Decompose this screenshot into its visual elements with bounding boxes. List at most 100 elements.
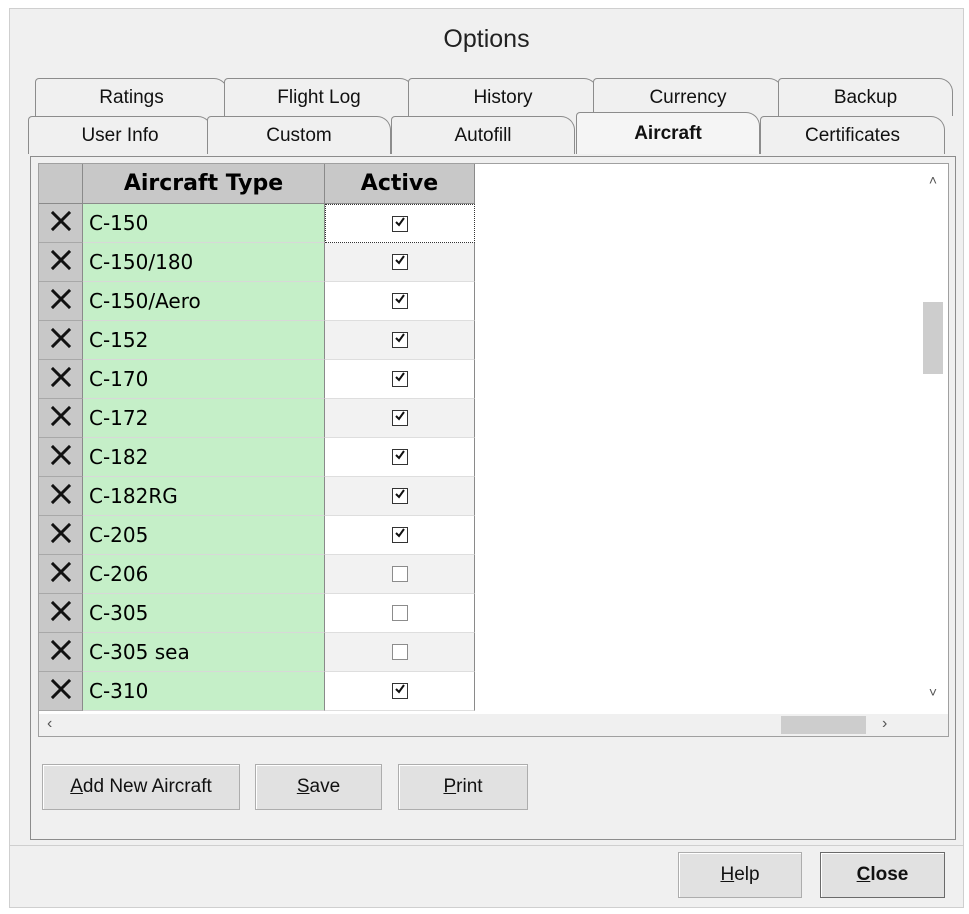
tab-history[interactable]: History [408,78,598,116]
scroll-left-icon[interactable]: ‹ [47,715,52,733]
active-checkbox[interactable] [391,448,408,466]
tab-custom[interactable]: Custom [207,116,391,154]
scroll-down-icon[interactable]: ˅ [918,684,948,700]
active-cell [325,477,475,516]
delete-row-button[interactable] [39,399,83,438]
checkmark-icon [394,370,406,388]
active-cell [325,399,475,438]
table-row[interactable]: C-205 [39,516,479,555]
table-row[interactable]: C-150/Aero [39,282,479,321]
table-row[interactable]: C-305 [39,594,479,633]
table-row[interactable]: C-182 [39,438,479,477]
delete-row-button[interactable] [39,243,83,282]
aircraft-type-cell[interactable]: C-182RG [83,477,325,516]
tab-backup[interactable]: Backup [778,78,953,116]
active-checkbox[interactable] [391,644,408,660]
close-label: lose [870,864,909,885]
active-checkbox[interactable] [391,487,408,505]
vertical-scroll-thumb[interactable] [923,302,943,374]
table-row[interactable]: C-172 [39,399,479,438]
scroll-up-icon[interactable]: ˄ [918,172,948,188]
table-row[interactable]: C-206 [39,555,479,594]
options-window: Options Ratings Flight Log History Currency… [9,8,964,908]
aircraft-type-cell[interactable]: C-305 [83,594,325,633]
active-cell [325,516,475,555]
delete-row-button[interactable] [39,360,83,399]
active-checkbox[interactable] [392,215,408,232]
aircraft-type-cell[interactable]: C-150 [83,204,325,243]
active-checkbox[interactable] [391,370,408,388]
delete-row-button[interactable] [39,477,83,516]
active-checkbox[interactable] [391,254,408,270]
aircraft-type-cell[interactable]: C-305 sea [83,633,325,672]
help-button[interactable]: Help [678,852,802,898]
horizontal-scrollbar[interactable]: ‹ › [39,714,920,736]
checkmark-icon [394,487,406,505]
aircraft-type-cell[interactable]: C-150/180 [83,243,325,282]
close-accelerator: C [856,864,871,885]
table-row[interactable]: C-182RG [39,477,479,516]
close-button[interactable]: Close [820,852,945,898]
table-row[interactable]: C-150 [39,204,479,243]
active-checkbox[interactable] [391,332,408,348]
add-new-aircraft-button[interactable]: Add New Aircraft [42,764,240,810]
tab-certificates[interactable]: Certificates [760,116,945,154]
aircraft-type-cell[interactable]: C-205 [83,516,325,555]
checkmark-icon [394,292,406,310]
x-delete-icon [50,210,72,237]
tab-user-info[interactable]: User Info [28,116,212,154]
active-cell [325,321,475,360]
tab-ratings[interactable]: Ratings [35,78,228,116]
delete-row-button[interactable] [39,555,83,594]
vertical-scrollbar[interactable]: ˄ ˅ [918,164,948,716]
aircraft-type-cell[interactable]: C-206 [83,555,325,594]
column-header-active[interactable]: Active [325,164,475,204]
scroll-right-icon[interactable]: › [882,715,887,733]
x-delete-icon [50,561,72,588]
active-checkbox[interactable] [391,566,408,582]
delete-row-button[interactable] [39,204,83,243]
tab-autofill[interactable]: Autofill [391,116,575,154]
tab-currency[interactable]: Currency [593,78,783,116]
delete-row-button[interactable] [39,672,83,711]
delete-row-button[interactable] [39,594,83,633]
active-checkbox[interactable] [391,683,408,699]
aircraft-type-cell[interactable]: C-152 [83,321,325,360]
grid-rows: C-150 C-150/180 C-150/Aero C-152 C-170 C-172 C… [39,204,479,716]
tab-aircraft[interactable]: Aircraft [576,112,760,154]
print-button[interactable]: Print [398,764,528,810]
active-checkbox[interactable] [391,605,408,621]
delete-row-button[interactable] [39,282,83,321]
delete-row-button[interactable] [39,516,83,555]
grid-corner[interactable] [39,164,83,204]
active-cell [325,438,475,477]
delete-row-button[interactable] [39,633,83,672]
tab-flight-log[interactable]: Flight Log [224,78,414,116]
horizontal-scroll-thumb[interactable] [781,716,866,734]
delete-row-button[interactable] [39,438,83,477]
table-row[interactable]: C-310 [39,672,479,711]
x-delete-icon [50,405,72,432]
aircraft-grid: Aircraft Type Active C-150 C-150/180 C-150… [38,163,949,737]
table-row[interactable]: C-150/180 [39,243,479,282]
active-cell [325,243,475,282]
save-button[interactable]: Save [255,764,382,810]
table-row[interactable]: C-170 [39,360,479,399]
x-delete-icon [50,444,72,471]
x-delete-icon [50,288,72,315]
aircraft-type-cell[interactable]: C-150/Aero [83,282,325,321]
active-checkbox[interactable] [391,292,408,310]
table-row[interactable]: C-305 sea [39,633,479,672]
delete-row-button[interactable] [39,321,83,360]
aircraft-type-cell[interactable]: C-310 [83,672,325,711]
active-checkbox[interactable] [391,527,408,543]
column-header-aircraft-type[interactable]: Aircraft Type [83,164,325,204]
table-row[interactable]: C-152 [39,321,479,360]
checkmark-icon [394,448,406,466]
aircraft-type-cell[interactable]: C-170 [83,360,325,399]
aircraft-type-cell[interactable]: C-172 [83,399,325,438]
footer-divider [10,845,963,846]
active-cell [325,282,475,321]
aircraft-type-cell[interactable]: C-182 [83,438,325,477]
active-checkbox[interactable] [391,410,408,426]
